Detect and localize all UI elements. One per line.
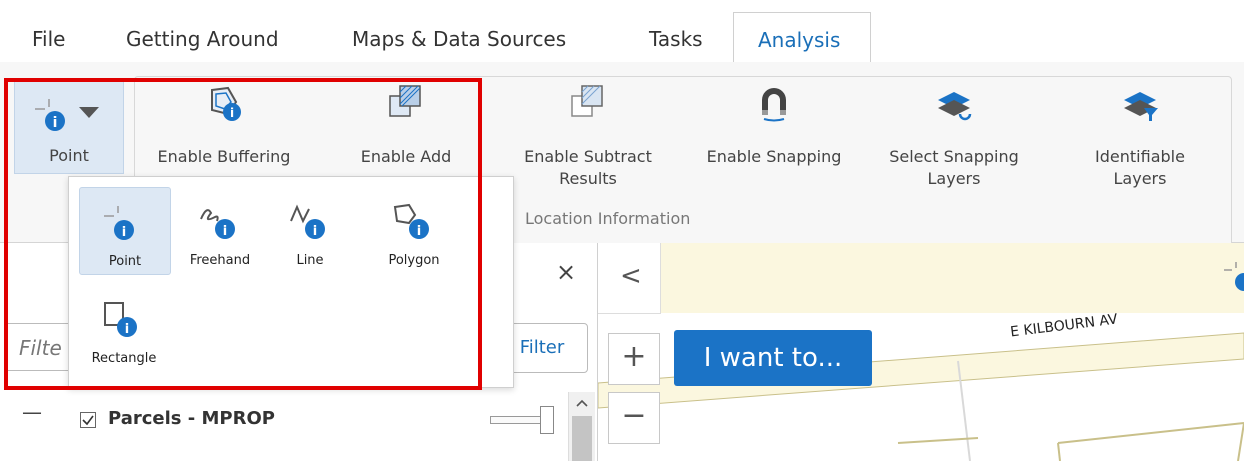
identifiable-layers-button[interactable]: Identifiable Layers <box>1060 84 1220 194</box>
layer-name: Parcels - MPROP <box>108 408 275 429</box>
scrollbar-thumb[interactable] <box>572 416 592 461</box>
chevron-left-icon: < <box>620 261 642 291</box>
scroll-up-icon[interactable] <box>569 396 595 410</box>
opacity-slider-handle[interactable] <box>540 406 554 434</box>
ribbon-group-label: Location Information <box>525 209 691 228</box>
zoom-in-button[interactable]: + <box>608 333 660 385</box>
panel-toggle-button[interactable]: < <box>598 243 661 314</box>
tab-file[interactable]: File <box>32 27 65 51</box>
tab-analysis-label: Analysis <box>758 28 841 52</box>
layer-checkbox[interactable] <box>80 412 96 428</box>
i-want-to-button[interactable]: I want to... <box>674 330 872 386</box>
opacity-slider-track[interactable] <box>490 416 544 424</box>
checkmark-icon <box>82 415 94 426</box>
select-snapping-layers-button[interactable]: Select Snapping Layers <box>872 84 1036 194</box>
snapping-layers-icon <box>938 92 972 121</box>
enable-subtract-results-button[interactable]: Enable Subtract Results <box>508 84 668 194</box>
highlight-box <box>4 78 482 390</box>
tab-getting-around[interactable]: Getting Around <box>126 27 279 51</box>
enable-snapping-label: Enable Snapping <box>706 147 842 166</box>
identifiable-label-1: Identifiable <box>1095 147 1185 166</box>
map-identify-cursor-icon <box>1224 262 1244 291</box>
panel-scrollbar[interactable] <box>568 392 595 461</box>
menu-bar: File Getting Around Maps & Data Sources … <box>0 0 1244 64</box>
subtract-results-icon <box>571 85 603 117</box>
tab-tasks[interactable]: Tasks <box>649 27 703 51</box>
identifiable-layers-icon <box>1124 92 1158 121</box>
enable-subtract-label-1: Enable Subtract <box>524 147 652 166</box>
magnet-icon <box>762 88 786 122</box>
enable-subtract-label-2: Results <box>559 169 617 188</box>
identifiable-label-2: Layers <box>1113 169 1167 188</box>
zoom-out-button[interactable]: − <box>608 392 660 444</box>
select-snapping-label-2: Layers <box>927 169 981 188</box>
layer-row-parcels: — Parcels - MPROP <box>0 392 575 452</box>
tab-maps-data-sources[interactable]: Maps & Data Sources <box>352 27 566 51</box>
select-snapping-label-1: Select Snapping <box>889 147 1019 166</box>
close-icon[interactable]: × <box>556 258 576 286</box>
enable-snapping-button[interactable]: Enable Snapping <box>692 84 856 174</box>
collapse-icon[interactable]: — <box>22 400 42 424</box>
tab-analysis[interactable]: Analysis <box>733 12 871 64</box>
